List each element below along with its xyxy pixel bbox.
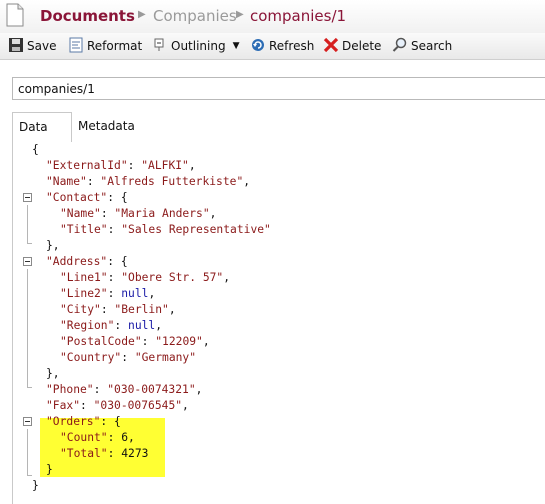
- json-line: "Contact": {: [46, 191, 128, 204]
- json-line: "Count": 6,: [60, 431, 135, 444]
- fold-guide: [27, 269, 28, 387]
- json-value: "12209": [155, 335, 203, 348]
- json-editor[interactable]: { "ExternalId": "ALFKI", "Name": "Alfred…: [12, 142, 545, 504]
- json-key: "Line2": [60, 287, 108, 300]
- reformat-label: Reformat: [87, 39, 143, 53]
- delete-label: Delete: [342, 39, 382, 53]
- save-icon: [8, 37, 27, 56]
- json-key: "City": [60, 303, 101, 316]
- tab-metadata[interactable]: Metadata: [78, 112, 135, 142]
- json-line: "ExternalId": "ALFKI",: [46, 159, 196, 172]
- json-value: null: [121, 287, 149, 300]
- fold-guide: [27, 475, 32, 476]
- search-label: Search: [411, 39, 453, 53]
- fold-guide: [27, 243, 32, 244]
- fold-guide: [27, 429, 28, 475]
- json-value: "Sales Representative": [121, 223, 271, 236]
- delete-button[interactable]: Delete: [323, 37, 381, 55]
- chevron-down-icon: ▼: [232, 41, 240, 51]
- json-line: }: [46, 463, 53, 476]
- refresh-icon: [250, 37, 269, 56]
- json-line: "PostalCode": "12209",: [60, 335, 210, 348]
- json-key: "Orders": [46, 415, 101, 428]
- json-key: "Title": [60, 223, 108, 236]
- json-line: "Address": {: [46, 255, 128, 268]
- refresh-button[interactable]: Refresh: [250, 37, 314, 55]
- document-id-input[interactable]: [12, 77, 545, 100]
- breadcrumb-current-document: companies/1: [250, 7, 347, 25]
- json-line: "Line1": "Obere Str. 57",: [60, 271, 231, 284]
- outlining-icon: [152, 37, 171, 56]
- json-value: 6: [121, 431, 129, 444]
- json-line: "Country": "Germany": [60, 351, 197, 364]
- chevron-right-icon: ▶: [138, 9, 146, 20]
- json-value: "Alfreds Futterkiste": [100, 175, 244, 188]
- json-value: 4273: [121, 447, 149, 460]
- reformat-icon: [68, 37, 87, 56]
- json-key: "Name": [60, 207, 101, 220]
- json-line: "Total": 4273: [60, 447, 149, 460]
- json-value: "Germany": [134, 351, 197, 364]
- json-line: },: [46, 367, 60, 380]
- json-value: "030-0076545": [93, 399, 183, 412]
- json-key: "Name": [46, 175, 87, 188]
- fold-guide: [27, 205, 28, 243]
- breadcrumb-companies-link[interactable]: Companies: [153, 7, 237, 25]
- document-icon: [6, 3, 24, 31]
- json-key: "Region": [60, 319, 115, 332]
- json-key: "Fax": [46, 399, 81, 412]
- json-value: "ALFKI": [141, 159, 189, 172]
- reformat-button[interactable]: Reformat: [68, 37, 142, 55]
- json-line: "Name": "Alfreds Futterkiste",: [46, 175, 251, 188]
- json-key: "Address": [46, 255, 108, 268]
- json-key: "Phone": [46, 383, 94, 396]
- json-brace: {: [32, 143, 39, 156]
- save-label: Save: [27, 39, 57, 53]
- json-line: "Name": "Maria Anders",: [60, 207, 217, 220]
- json-value: "030-0074321": [107, 383, 196, 396]
- json-line: },: [46, 239, 60, 252]
- json-line: "Orders": {: [46, 415, 121, 428]
- breadcrumb-documents-link[interactable]: Documents: [40, 7, 135, 25]
- fold-icon[interactable]: [23, 417, 32, 426]
- fold-icon[interactable]: [23, 193, 32, 202]
- chevron-right-icon: ▶: [236, 9, 244, 20]
- fold-icon[interactable]: [23, 257, 32, 266]
- toolbar: Save Reformat Outlining ▼ Refresh Delete…: [0, 33, 545, 60]
- json-line: "City": "Berlin",: [60, 303, 176, 316]
- search-button[interactable]: Search: [392, 37, 452, 55]
- search-icon: [392, 37, 411, 56]
- outlining-dropdown[interactable]: Outlining ▼: [152, 37, 240, 55]
- delete-icon: [323, 37, 342, 56]
- json-line: }: [32, 478, 39, 494]
- json-key: "PostalCode": [60, 335, 142, 348]
- json-key: "ExternalId": [46, 159, 128, 172]
- editor-tabs: Data Metadata: [12, 112, 545, 143]
- json-value: null: [128, 319, 156, 332]
- json-line: "Region": null,: [60, 319, 163, 332]
- json-key: "Total": [60, 447, 108, 460]
- json-key: "Count": [60, 431, 108, 444]
- breadcrumb: Documents ▶ Companies ▶ companies/1: [0, 0, 545, 34]
- json-value: "Maria Anders": [114, 207, 210, 220]
- outlining-label: Outlining: [171, 39, 226, 53]
- json-brace: }: [32, 479, 39, 492]
- json-line: "Title": "Sales Representative": [60, 223, 271, 236]
- fold-guide: [27, 387, 32, 388]
- json-value: "Berlin": [114, 303, 169, 316]
- json-key: "Country": [60, 351, 122, 364]
- save-button[interactable]: Save: [8, 37, 56, 55]
- tab-data[interactable]: Data: [12, 112, 72, 143]
- json-line: "Phone": "030-0074321",: [46, 383, 203, 396]
- json-key: "Line1": [60, 271, 108, 284]
- json-key: "Contact": [46, 191, 108, 204]
- json-line: "Line2": null,: [60, 287, 156, 300]
- json-line: "Fax": "030-0076545",: [46, 399, 189, 412]
- json-line: {: [32, 142, 39, 158]
- refresh-label: Refresh: [269, 39, 315, 53]
- json-value: "Obere Str. 57": [121, 271, 224, 284]
